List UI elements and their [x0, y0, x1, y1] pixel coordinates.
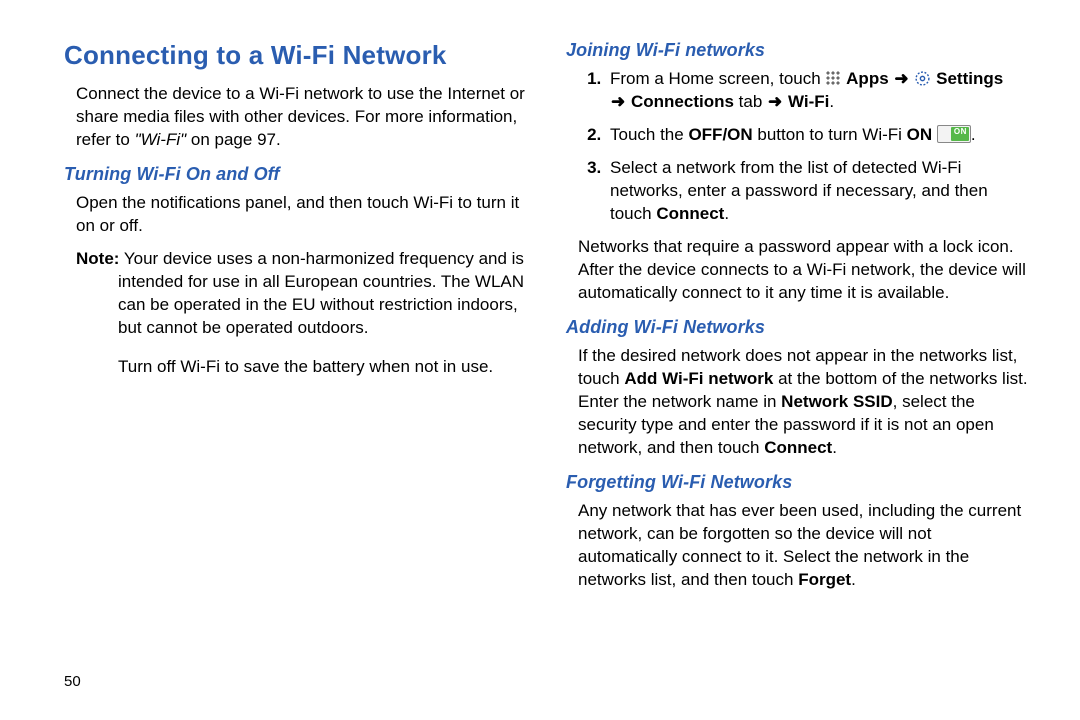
step-2: Touch the OFF/ON button to turn Wi-Fi ON…: [606, 124, 1028, 147]
step-1: From a Home screen, touch Apps ➜ Setting…: [606, 68, 1028, 114]
forget-label: Forget: [798, 570, 851, 589]
subheading-forgetting: Forgetting Wi-Fi Networks: [566, 470, 1028, 494]
step-3-body: Select a network from the list of detect…: [610, 158, 988, 223]
manual-page: Connecting to a Wi-Fi Network Connect th…: [0, 0, 1080, 720]
joining-followup: Networks that require a password appear …: [578, 236, 1028, 305]
note-body-2: Turn off Wi-Fi to save the battery when …: [118, 356, 526, 379]
switch-on-text: ON: [954, 127, 967, 138]
arrow-icon: ➜: [893, 68, 909, 91]
period: .: [829, 92, 834, 111]
connections-label: Connections: [631, 92, 734, 111]
step2-text-b: button to turn Wi-Fi: [753, 125, 907, 144]
apps-label: Apps: [846, 69, 889, 88]
connect-label: Connect: [656, 204, 724, 223]
period: .: [724, 204, 729, 223]
settings-icon: [914, 70, 931, 87]
step-3: Select a network from the list of detect…: [606, 157, 1028, 226]
step1-text-a: From a Home screen, touch: [610, 69, 825, 88]
period: .: [832, 438, 837, 457]
note-line-1: Note: Your device uses a non-harmonized …: [76, 248, 526, 340]
connect-label-2: Connect: [764, 438, 832, 457]
forgetting-body: Any network that has ever been used, inc…: [578, 500, 1028, 592]
period: .: [851, 570, 856, 589]
switch-on-icon: ON: [937, 125, 971, 143]
note-body-1: Your device uses a non-harmonized freque…: [118, 249, 524, 337]
settings-label: Settings: [936, 69, 1003, 88]
network-ssid-label: Network SSID: [781, 392, 892, 411]
apps-icon: [825, 70, 841, 86]
section-title: Connecting to a Wi-Fi Network: [64, 38, 526, 73]
intro-ref: "Wi-Fi": [135, 130, 187, 149]
note-label: Note:: [76, 249, 119, 268]
subheading-adding: Adding Wi-Fi Networks: [566, 315, 1028, 339]
subheading-turning-wifi: Turning Wi-Fi On and Off: [64, 162, 526, 186]
step-2-body: Touch the OFF/ON button to turn Wi-Fi ON…: [610, 125, 976, 144]
step2-text-a: Touch the: [610, 125, 688, 144]
wifi-label: Wi-Fi: [788, 92, 829, 111]
period: .: [971, 125, 976, 144]
page-number: 50: [64, 672, 81, 692]
subheading-joining: Joining Wi-Fi networks: [566, 38, 1028, 62]
right-column: Joining Wi-Fi networks From a Home scree…: [566, 38, 1028, 700]
offon-label: OFF/ON: [688, 125, 752, 144]
arrow-icon: ➜: [767, 91, 783, 114]
on-label: ON: [907, 125, 933, 144]
adding-body: If the desired network does not appear i…: [578, 345, 1028, 460]
arrow-icon: ➜: [610, 91, 626, 114]
tab-word: tab: [734, 92, 767, 111]
steps-list: From a Home screen, touch Apps ➜ Setting…: [580, 68, 1028, 226]
intro-tail: on page 97.: [186, 130, 281, 149]
note-block: Note: Your device uses a non-harmonized …: [76, 248, 526, 340]
intro-paragraph: Connect the device to a Wi-Fi network to…: [76, 83, 526, 152]
turning-wifi-body: Open the notifications panel, and then t…: [76, 192, 526, 238]
step-1-body: From a Home screen, touch Apps ➜ Setting…: [610, 69, 1003, 111]
left-column: Connecting to a Wi-Fi Network Connect th…: [64, 38, 526, 700]
add-wifi-label: Add Wi-Fi network: [624, 369, 773, 388]
